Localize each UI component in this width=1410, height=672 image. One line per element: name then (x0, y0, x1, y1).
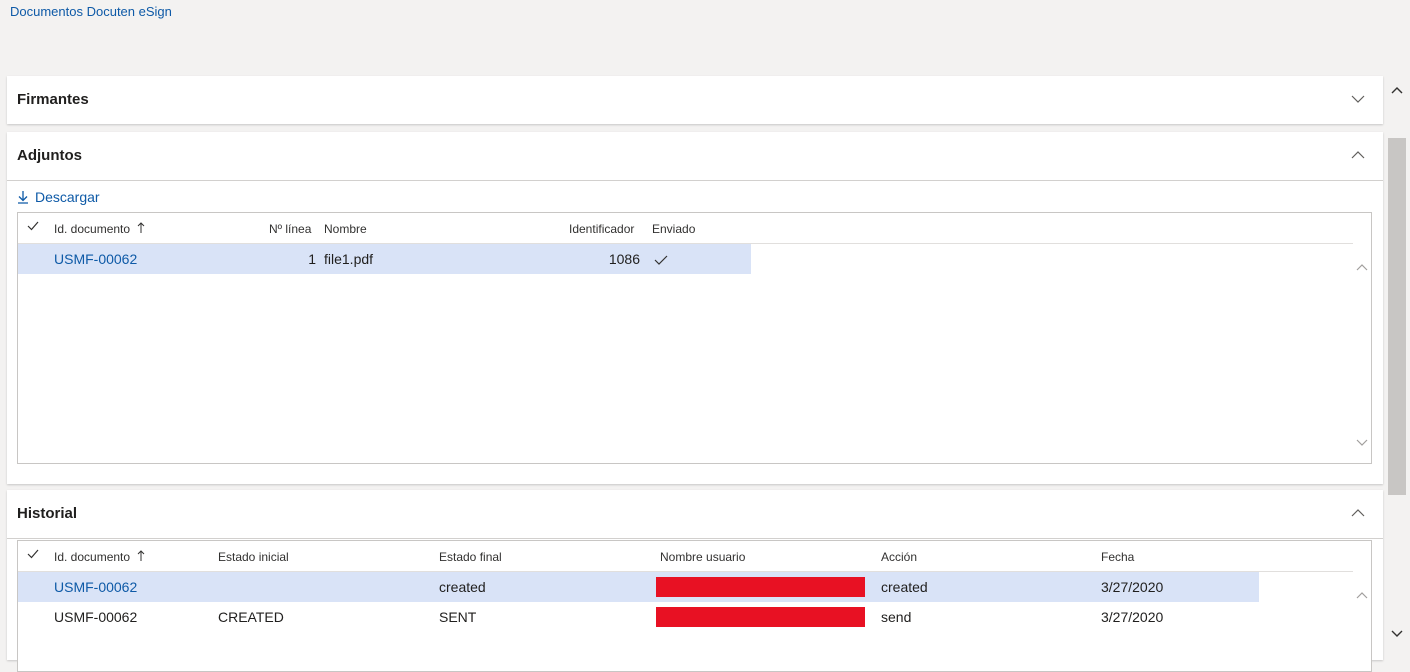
section-title: Historial (17, 505, 78, 522)
download-button[interactable]: Descargar (17, 189, 100, 205)
sort-ascending-icon (138, 550, 145, 561)
section-firmantes: Firmantes (7, 76, 1383, 124)
section-historial-header[interactable]: Historial (7, 490, 1383, 539)
column-header-accion[interactable]: Acción (881, 550, 917, 564)
cell-identificador: 1086 (608, 251, 640, 267)
cell-estado-final: created (439, 579, 486, 595)
section-title: Firmantes (17, 91, 89, 108)
chevron-up-icon[interactable] (1356, 263, 1368, 271)
grid-header: Id. documento Estado inicial Estado fina… (18, 541, 1353, 572)
column-header-nombre[interactable]: Nombre (324, 222, 367, 236)
chevron-up-icon[interactable] (1391, 86, 1403, 94)
cell-nlinea: 1 (308, 251, 316, 267)
redacted-username (656, 607, 865, 627)
column-header-identificador[interactable]: Identificador (569, 222, 634, 236)
table-row[interactable]: USMF-00062 created created 3/27/2020 (18, 572, 1259, 602)
table-row[interactable]: USMF-00062 1 file1.pdf 1086 (18, 244, 751, 274)
cell-accion: created (881, 579, 928, 595)
grid-scrollbar[interactable] (1353, 571, 1371, 671)
history-grid: Id. documento Estado inicial Estado fina… (17, 540, 1372, 672)
chevron-down-icon[interactable] (1391, 630, 1403, 638)
cell-nombre: file1.pdf (324, 251, 374, 267)
column-header-nombre-usuario[interactable]: Nombre usuario (660, 550, 745, 564)
section-historial: Historial Id. documento Estado inicial E… (7, 490, 1383, 672)
chevron-down-icon[interactable] (1351, 94, 1365, 104)
page-scrollbar-thumb[interactable] (1388, 138, 1406, 495)
select-all-check-icon[interactable] (26, 219, 40, 236)
chevron-up-icon[interactable] (1356, 591, 1368, 599)
section-title: Adjuntos (17, 147, 82, 164)
cell-id-documento[interactable]: USMF-00062 (54, 579, 137, 595)
section-firmantes-header[interactable]: Firmantes (7, 76, 1383, 124)
sort-ascending-icon (138, 222, 145, 233)
download-label: Descargar (35, 189, 100, 205)
select-all-check-icon[interactable] (26, 547, 40, 564)
chevron-up-icon[interactable] (1351, 150, 1365, 160)
section-adjuntos: Adjuntos Descargar Id. documento Nº líne… (7, 132, 1383, 484)
cell-fecha: 3/27/2020 (1101, 579, 1164, 595)
cell-id-documento[interactable]: USMF-00062 (54, 251, 137, 267)
breadcrumb[interactable]: Documentos Docuten eSign (10, 4, 172, 19)
cell-fecha: 3/27/2020 (1101, 609, 1164, 625)
cell-estado-final: SENT (439, 609, 477, 625)
redacted-username (656, 577, 865, 597)
attachments-grid: Id. documento Nº línea Nombre Identifica… (17, 212, 1372, 464)
grid-header: Id. documento Nº línea Nombre Identifica… (18, 213, 1353, 244)
cell-estado-inicial: CREATED (218, 609, 284, 625)
column-header-estado-final[interactable]: Estado final (439, 550, 502, 564)
chevron-up-icon[interactable] (1351, 508, 1365, 518)
cell-enviado-check-icon (654, 253, 668, 269)
chevron-down-icon[interactable] (1356, 439, 1368, 447)
column-header-nlinea[interactable]: Nº línea (269, 222, 311, 236)
column-header-enviado[interactable]: Enviado (652, 222, 695, 236)
column-header-estado-inicial[interactable]: Estado inicial (218, 550, 289, 564)
column-header-id-documento[interactable]: Id. documento (54, 550, 146, 564)
table-row[interactable]: USMF-00062 CREATED SENT send 3/27/2020 (18, 602, 1259, 632)
column-header-fecha[interactable]: Fecha (1101, 550, 1134, 564)
cell-id-documento[interactable]: USMF-00062 (54, 609, 137, 625)
download-icon (18, 191, 28, 204)
column-header-id-documento[interactable]: Id. documento (54, 222, 146, 236)
grid-scrollbar[interactable] (1353, 243, 1371, 463)
cell-accion: send (881, 609, 912, 625)
section-adjuntos-header[interactable]: Adjuntos (7, 132, 1383, 181)
